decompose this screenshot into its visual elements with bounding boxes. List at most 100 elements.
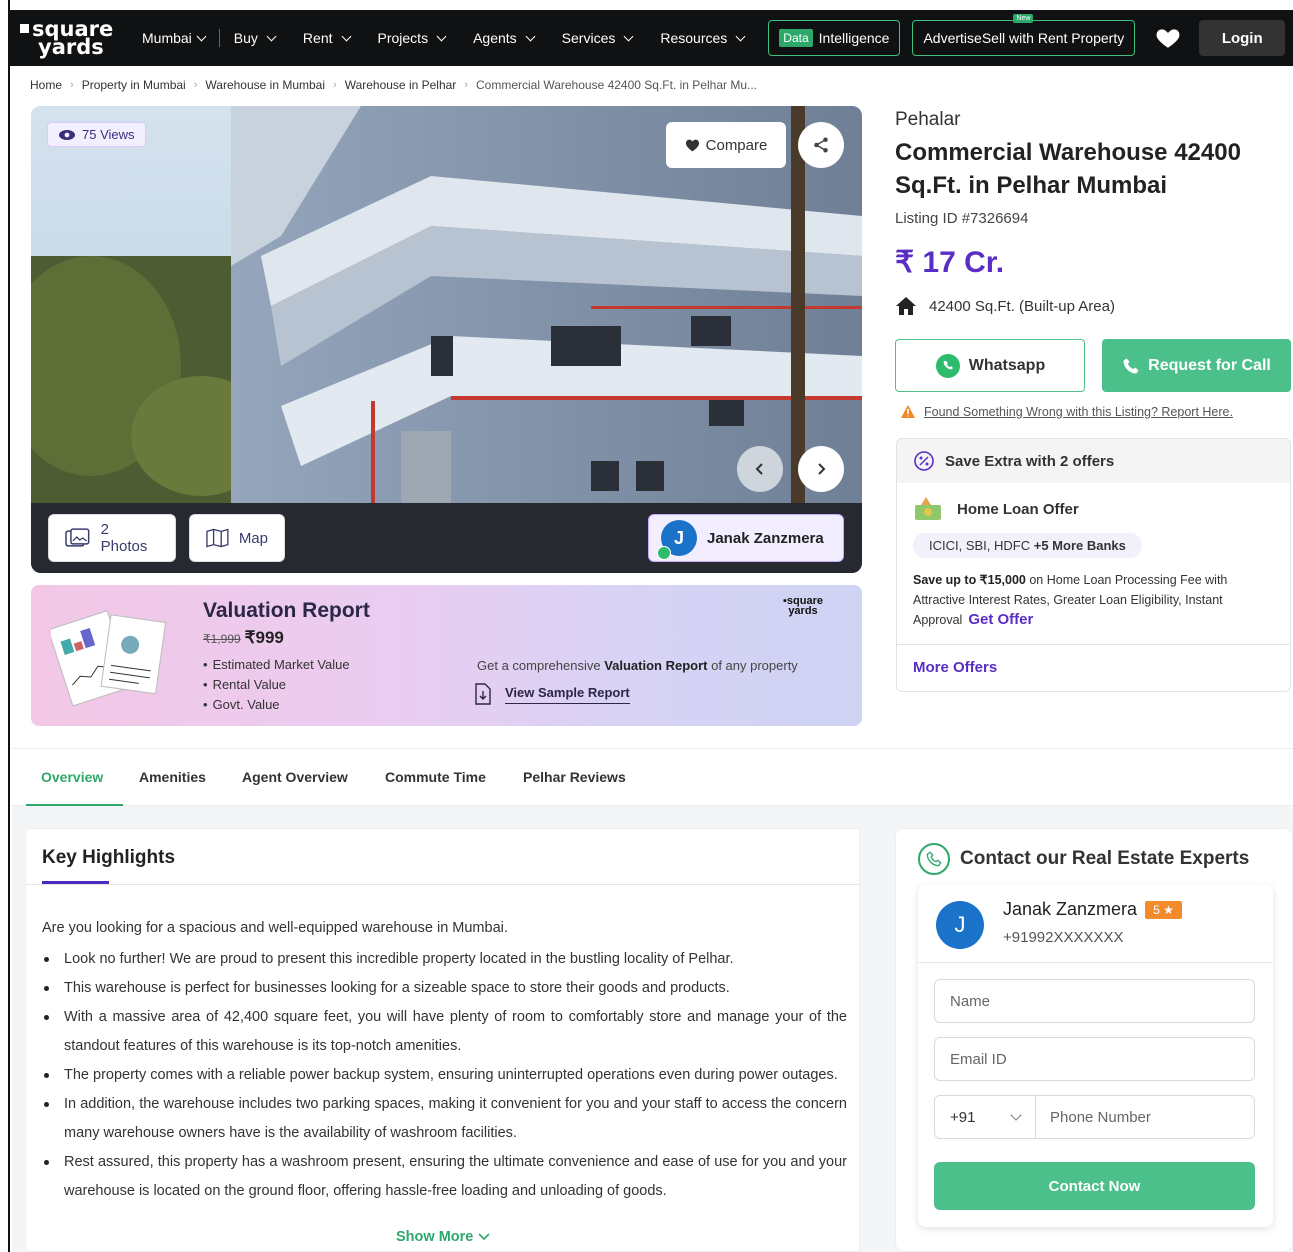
home-loan-label: Home Loan Offer: [957, 500, 1079, 518]
show-more-label: Show More: [396, 1229, 474, 1245]
views-count: 75 Views: [82, 127, 135, 142]
name-field[interactable]: [934, 979, 1255, 1023]
agent-chip[interactable]: J Janak Zanzmera: [648, 514, 844, 562]
photos-button[interactable]: 2 Photos: [48, 514, 176, 562]
breadcrumb: Home › Property in Mumbai › Warehouse in M…: [30, 78, 757, 92]
country-code-select[interactable]: +91: [935, 1096, 1036, 1138]
breadcrumb-warehouse-mumbai[interactable]: Warehouse in Mumbai: [205, 78, 325, 92]
phone-number-field[interactable]: [1036, 1096, 1254, 1138]
agent-rating-badge: 5 ★: [1145, 900, 1182, 919]
divider: [918, 962, 1273, 963]
tab-pelhar-reviews[interactable]: Pelhar Reviews: [523, 769, 626, 785]
agent-phone: +91992XXXXXXX: [1003, 929, 1124, 946]
property-photo-gallery[interactable]: 75 Views Compare 2 Photos Map J Janak Za…: [31, 106, 862, 573]
list-item: The property comes with a reliable power…: [42, 1061, 847, 1090]
tab-commute-time[interactable]: Commute Time: [385, 769, 486, 785]
highlights-intro: Are you looking for a spacious and well-…: [42, 920, 508, 936]
shortlist-heart-icon[interactable]: [1155, 25, 1181, 51]
nav-buy-label: Buy: [233, 30, 258, 46]
document-download-icon: [475, 683, 491, 705]
content-fade: [26, 1199, 859, 1227]
contact-header: Contact our Real Estate Experts: [918, 843, 1249, 875]
next-photo-button[interactable]: [798, 446, 844, 492]
tab-overview[interactable]: Overview: [41, 769, 103, 785]
email-field[interactable]: [934, 1037, 1255, 1081]
data-intelligence-button[interactable]: Data Intelligence: [768, 20, 901, 56]
chevron-down-icon: [436, 31, 447, 41]
view-sample-report-link[interactable]: View Sample Report: [473, 683, 630, 705]
agent-name-row: Janak Zanzmera 5 ★: [1003, 899, 1182, 920]
list-item: Estimated Market Value: [203, 655, 350, 675]
agent-avatar: J: [657, 520, 697, 560]
listing-id: Listing ID #7326694: [895, 210, 1029, 227]
highlights-list: Look no further! We are proud to present…: [42, 945, 847, 1206]
photos-label: 2 Photos: [100, 521, 148, 555]
section-tabs: Overview Amenities Agent Overview Commut…: [12, 748, 1293, 807]
more-offers-link[interactable]: More Offers: [913, 659, 997, 676]
site-logo[interactable]: square yards: [10, 19, 120, 58]
tab-amenities[interactable]: Amenities: [139, 769, 206, 785]
phone-icon: [1123, 358, 1139, 373]
eye-icon: [59, 129, 75, 140]
map-icon: [206, 528, 229, 548]
offers-divider: [897, 644, 1290, 645]
login-button[interactable]: Login: [1199, 20, 1286, 56]
request-call-button[interactable]: Request for Call: [1102, 339, 1291, 392]
money-icon: [915, 497, 941, 520]
view-sample-report-label: View Sample Report: [505, 685, 630, 704]
key-highlights-card: Key Highlights Are you looking for a spa…: [25, 828, 860, 1252]
chevron-down-icon: [525, 31, 536, 41]
agent-avatar: J: [936, 901, 984, 949]
nav-services-label: Services: [561, 30, 616, 46]
report-listing-link[interactable]: Found Something Wrong with this Listing?…: [900, 404, 1233, 419]
new-badge: New: [1013, 14, 1034, 23]
valuation-features-list: Estimated Market Value Rental Value Govt…: [203, 655, 350, 715]
whatsapp-icon: [935, 353, 960, 378]
valuation-report-banner[interactable]: Valuation Report ₹1,999₹999 Estimated Ma…: [31, 585, 862, 726]
nav-rent[interactable]: Rent: [289, 30, 364, 46]
breadcrumb-property-mumbai[interactable]: Property in Mumbai: [82, 78, 186, 92]
breadcrumb-home[interactable]: Home: [30, 78, 62, 92]
share-icon: [814, 137, 828, 153]
nav-resources[interactable]: Resources: [646, 30, 758, 46]
chevron-left-icon: [755, 463, 763, 475]
country-code-value: +91: [950, 1108, 976, 1126]
data-intelligence-label: Intelligence: [818, 30, 890, 46]
tab-agent-overview[interactable]: Agent Overview: [242, 769, 348, 785]
compare-button[interactable]: Compare: [666, 122, 786, 168]
chevron-down-icon: [1010, 1109, 1022, 1121]
previous-photo-button[interactable]: [737, 446, 783, 492]
property-photo: [31, 106, 862, 573]
square-yards-logo: ▪square yards: [783, 595, 823, 617]
share-button[interactable]: [798, 122, 844, 168]
banks-chip[interactable]: ICICI, SBI, HDFC +5 More Banks: [913, 533, 1142, 558]
whatsapp-button[interactable]: Whatsapp: [895, 339, 1085, 392]
divider: [26, 884, 859, 885]
report-documents-illustration: [51, 610, 167, 707]
offer-savings: Save up to ₹15,000: [913, 573, 1026, 587]
breadcrumb-separator: ›: [333, 79, 337, 91]
nav-city-label: Mumbai: [142, 30, 192, 46]
nav-agents[interactable]: Agents: [459, 30, 548, 46]
heart-icon: [685, 139, 699, 151]
request-call-label: Request for Call: [1148, 356, 1271, 374]
chevron-down-icon: [735, 31, 746, 41]
get-offer-link[interactable]: Get Offer: [968, 611, 1033, 628]
breadcrumb-separator: ›: [193, 79, 198, 91]
nav-services[interactable]: Services: [548, 30, 647, 46]
key-highlights-title: Key Highlights: [42, 847, 176, 868]
valuation-old-price: ₹1,999: [203, 632, 241, 646]
key-highlights-content: Key Highlights Are you looking for a spa…: [26, 829, 859, 1227]
show-more-button[interactable]: Show More: [396, 1229, 490, 1245]
chevron-down-icon: [341, 31, 351, 41]
contact-now-button[interactable]: Contact Now: [934, 1162, 1255, 1210]
property-title: Commercial Warehouse 42400 Sq.Ft. in Pel…: [895, 139, 1241, 199]
nav-projects[interactable]: Projects: [364, 30, 460, 46]
breadcrumb-warehouse-pelhar[interactable]: Warehouse in Pelhar: [345, 78, 457, 92]
nav-city-selector[interactable]: Mumbai: [120, 30, 219, 46]
nav-buy[interactable]: Buy: [220, 30, 289, 46]
map-button[interactable]: Map: [189, 514, 285, 562]
agent-name: Janak Zanzmera: [1003, 899, 1138, 919]
advertise-property-button[interactable]: New AdvertiseSell with Rent Property: [912, 14, 1136, 56]
banks-list: ICICI, SBI, HDFC: [929, 538, 1031, 553]
